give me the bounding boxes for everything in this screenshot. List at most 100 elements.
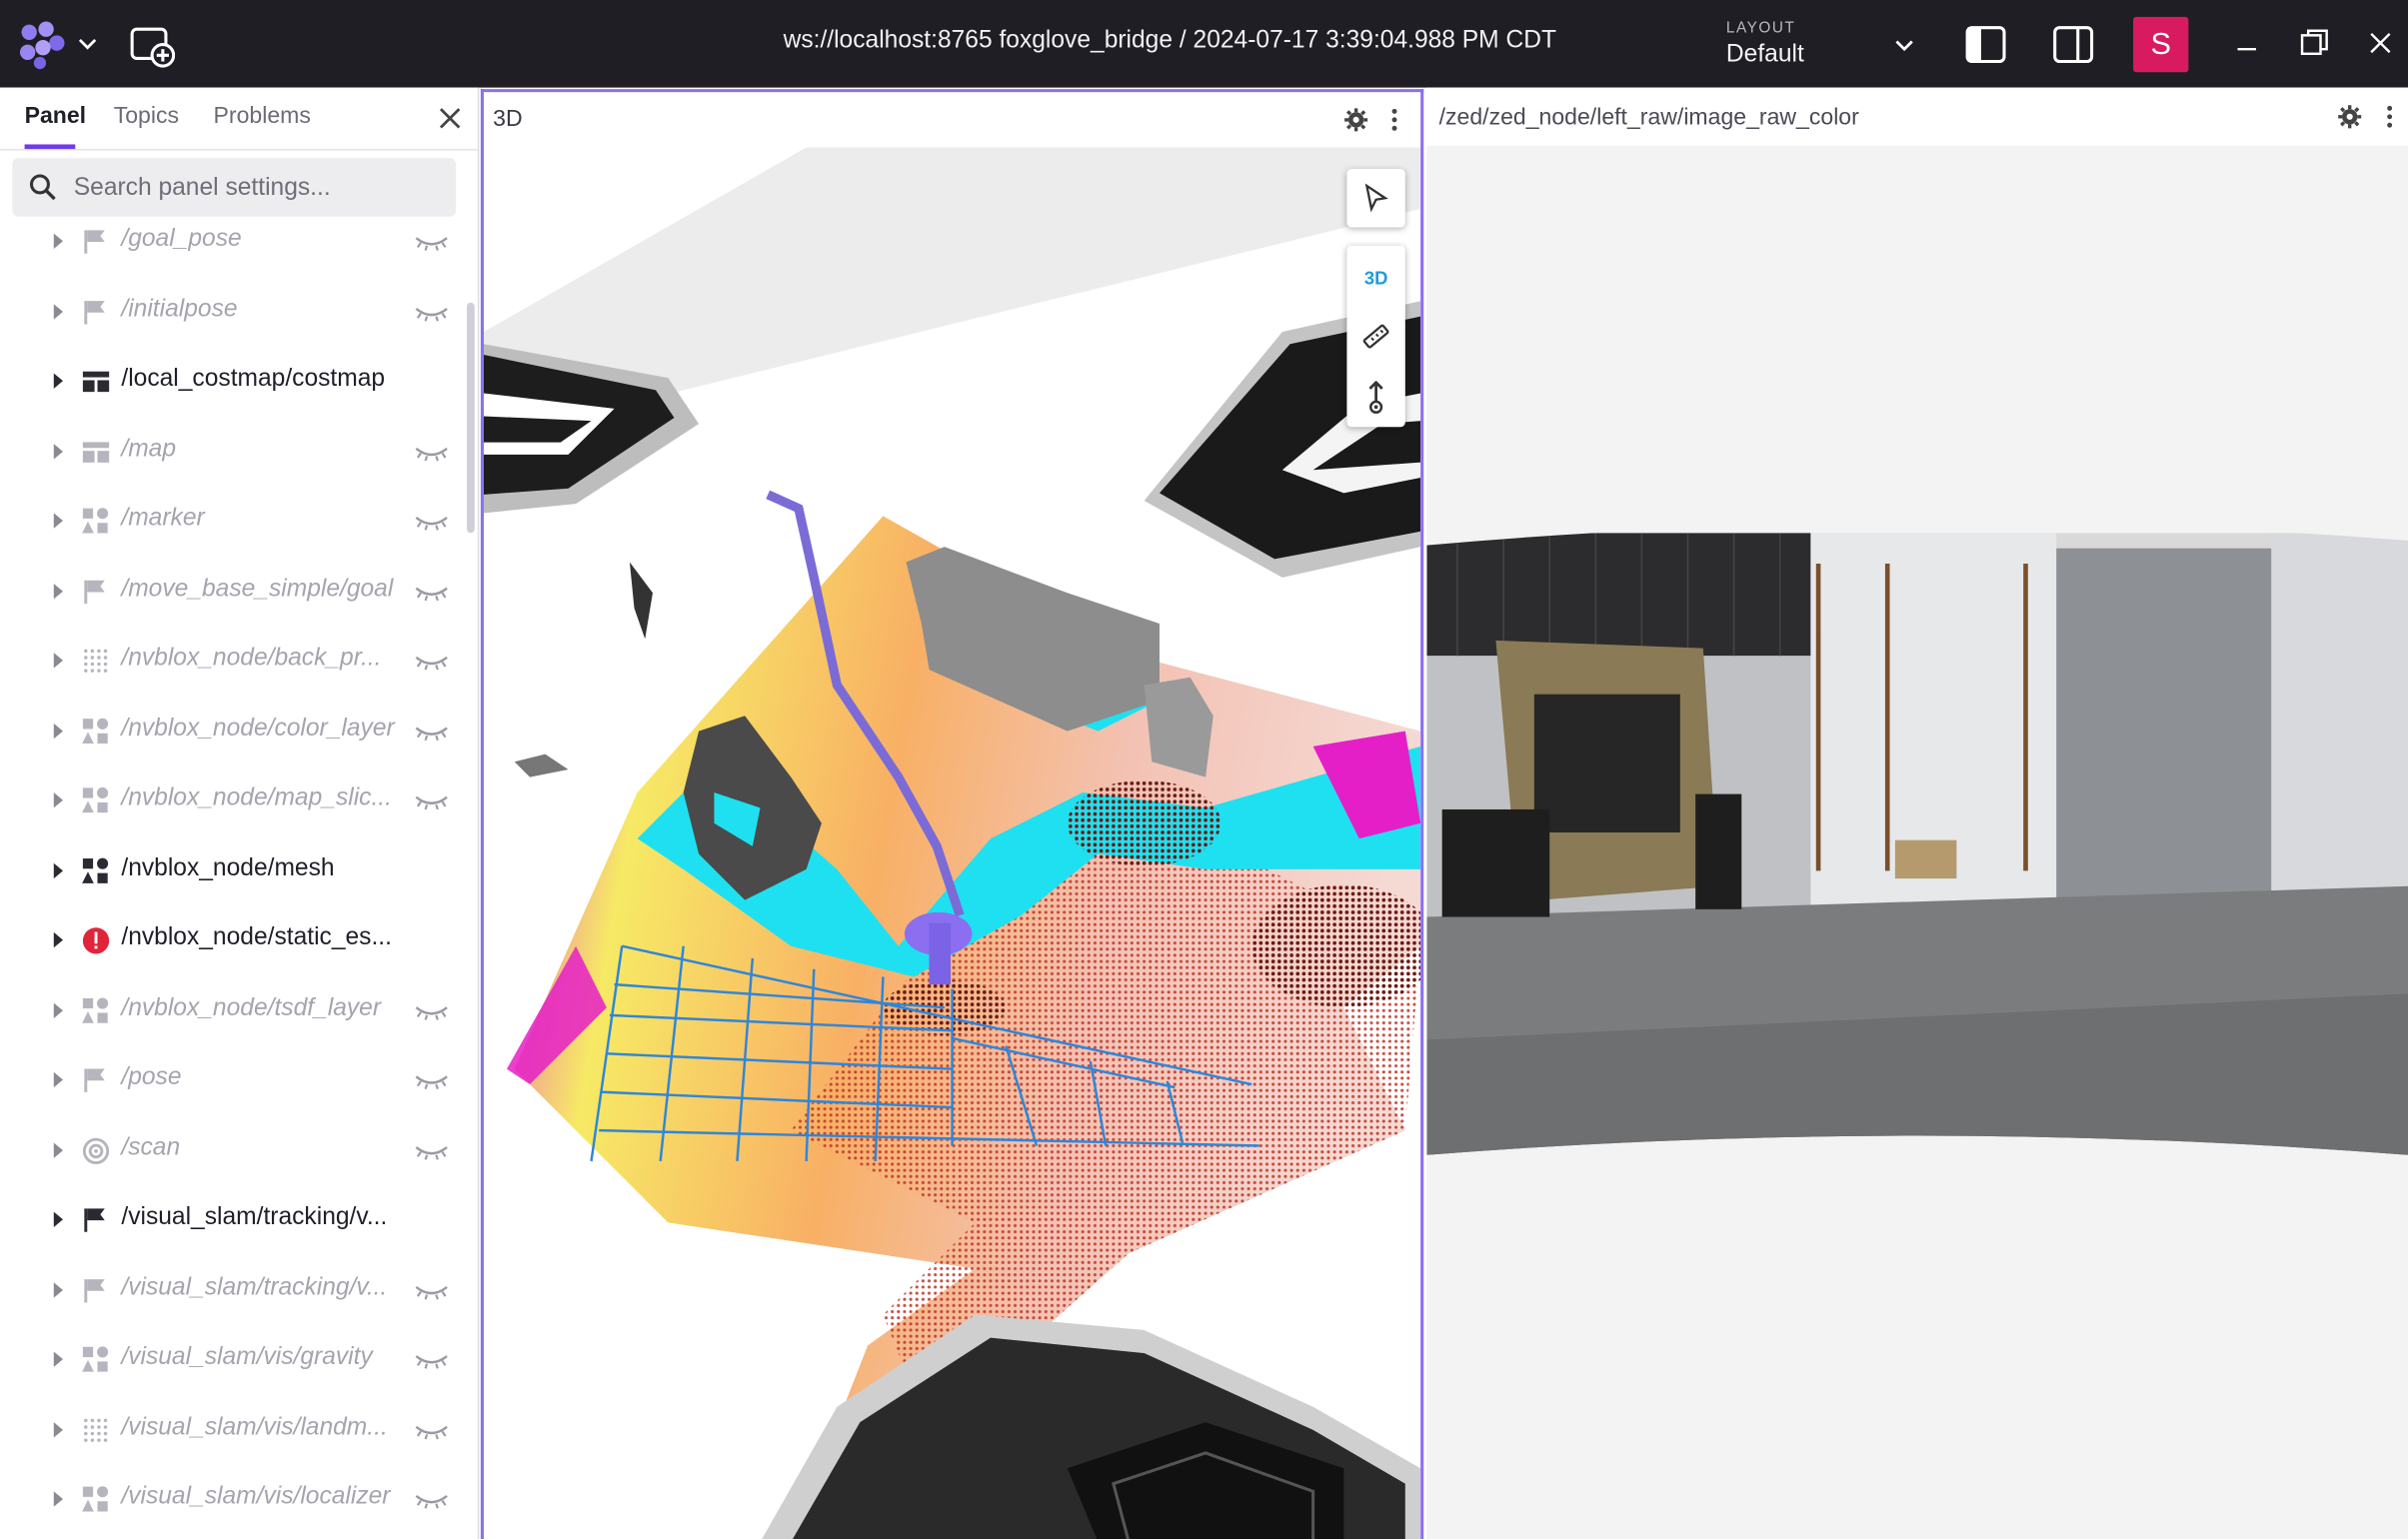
topic-row[interactable]: /nvblox_node/map_slic...: [0, 767, 467, 835]
expand-caret-icon[interactable]: [51, 652, 66, 670]
error-icon: [82, 927, 110, 954]
topic-row[interactable]: /visual_slam/tracking/v...: [0, 1185, 467, 1254]
topic-label: /map: [121, 435, 177, 462]
expand-caret-icon[interactable]: [51, 791, 66, 809]
add-panel-icon[interactable]: [129, 23, 176, 69]
expand-caret-icon[interactable]: [51, 1490, 66, 1508]
topic-row[interactable]: /nvblox_node/static_es...: [0, 906, 467, 975]
topic-row[interactable]: /nvblox_node/color_layer: [0, 697, 467, 766]
panel-title[interactable]: /zed/zed_node/left_raw/image_raw_color: [1439, 105, 1859, 131]
panel-image[interactable]: /zed/zed_node/left_raw/image_raw_color: [1426, 87, 2408, 1539]
layout-selector[interactable]: Default: [1726, 41, 1804, 69]
panel-3d[interactable]: 3D 3D: [480, 89, 1424, 1539]
hidden-eye-icon[interactable]: [415, 653, 449, 671]
chevron-down-icon[interactable]: [1893, 34, 1915, 56]
minimize-icon[interactable]: [2231, 28, 2262, 59]
flag-icon: [84, 580, 105, 604]
topic-label: /visual_slam/vis/landm...: [121, 1413, 388, 1440]
toggle-3d-button[interactable]: 3D: [1346, 249, 1404, 307]
expand-caret-icon[interactable]: [51, 372, 66, 390]
camera-image[interactable]: [1426, 533, 2408, 1162]
foxglove-logo-icon[interactable]: [15, 18, 67, 70]
topic-row[interactable]: /scan: [0, 1116, 467, 1185]
hidden-eye-icon[interactable]: [415, 1002, 449, 1020]
shapes-icon: [82, 1486, 109, 1512]
topic-row[interactable]: /marker: [0, 487, 467, 556]
scrollbar-thumb[interactable]: [467, 302, 475, 534]
tab-panel[interactable]: Panel: [25, 103, 87, 129]
gear-icon[interactable]: [2337, 105, 2362, 130]
scan-icon: [82, 1136, 110, 1164]
expand-caret-icon[interactable]: [51, 1210, 66, 1228]
hidden-eye-icon[interactable]: [415, 1351, 449, 1369]
active-tab-indicator: [24, 144, 76, 150]
flag-icon: [84, 1278, 105, 1302]
hidden-eye-icon[interactable]: [415, 1072, 449, 1090]
tab-topics[interactable]: Topics: [114, 103, 179, 129]
hidden-eye-icon[interactable]: [415, 792, 449, 810]
topic-label: /visual_slam/vis/gravity: [121, 1343, 373, 1370]
topic-label: /visual_slam/tracking/v...: [121, 1273, 388, 1300]
topic-row[interactable]: /move_base_simple/goal: [0, 557, 467, 626]
topic-label: /nvblox_node/mesh: [121, 854, 335, 881]
toggle-right-sidebar-icon[interactable]: [2052, 25, 2095, 65]
close-window-icon[interactable]: [2365, 28, 2396, 59]
maximize-icon[interactable]: [2299, 28, 2330, 59]
topic-row[interactable]: /visual_slam/tracking/v...: [0, 1255, 467, 1324]
expand-caret-icon[interactable]: [51, 582, 66, 600]
expand-caret-icon[interactable]: [51, 1070, 66, 1088]
topic-row[interactable]: /map: [0, 417, 467, 486]
hidden-eye-icon[interactable]: [415, 723, 449, 741]
topic-label: /nvblox_node/static_es...: [121, 924, 392, 951]
topic-row[interactable]: /nvblox_node/back_pr...: [0, 627, 467, 696]
expand-caret-icon[interactable]: [51, 442, 66, 460]
expand-caret-icon[interactable]: [51, 1420, 66, 1438]
more-options-icon[interactable]: [1389, 108, 1398, 133]
topic-row[interactable]: /pose: [0, 1046, 467, 1115]
hidden-eye-icon[interactable]: [415, 583, 449, 601]
chevron-down-icon[interactable]: [77, 32, 99, 54]
hidden-eye-icon[interactable]: [415, 443, 449, 461]
connection-status[interactable]: ws://localhost:8765 foxglove_bridge / 20…: [784, 28, 1556, 56]
topic-row[interactable]: /local_costmap/costmap: [0, 347, 467, 416]
measure-button[interactable]: [1346, 307, 1404, 365]
topic-row[interactable]: /visual_slam/vis/landm...: [0, 1395, 467, 1464]
expand-caret-icon[interactable]: [51, 1350, 66, 1368]
hidden-eye-icon[interactable]: [415, 513, 449, 531]
topic-row[interactable]: /visual_slam/vis/localizer: [0, 1465, 467, 1534]
expand-caret-icon[interactable]: [51, 1140, 66, 1158]
select-tool-button[interactable]: [1346, 169, 1404, 227]
expand-caret-icon[interactable]: [51, 302, 66, 320]
expand-caret-icon[interactable]: [51, 512, 66, 530]
tab-problems[interactable]: Problems: [214, 103, 311, 129]
hidden-eye-icon[interactable]: [415, 1491, 449, 1509]
topic-row[interactable]: /goal_pose: [0, 207, 467, 276]
topic-label: /nvblox_node/map_slic...: [121, 784, 392, 811]
grid-icon: [82, 371, 110, 393]
gear-icon[interactable]: [1343, 108, 1368, 133]
expand-caret-icon[interactable]: [51, 232, 66, 250]
user-avatar[interactable]: S: [2133, 16, 2189, 73]
publish-point-icon: [1368, 381, 1383, 414]
hidden-eye-icon[interactable]: [415, 1282, 449, 1300]
close-sidebar-icon[interactable]: [436, 105, 464, 133]
topic-row[interactable]: /initialpose: [0, 277, 467, 346]
hidden-eye-icon[interactable]: [415, 234, 449, 252]
more-options-icon[interactable]: [2385, 105, 2394, 130]
expand-caret-icon[interactable]: [51, 1000, 66, 1018]
expand-caret-icon[interactable]: [51, 1280, 66, 1298]
expand-caret-icon[interactable]: [51, 860, 66, 878]
publish-pose-button[interactable]: [1346, 369, 1404, 427]
hidden-eye-icon[interactable]: [415, 1421, 449, 1439]
topic-row[interactable]: /nvblox_node/tsdf_layer: [0, 976, 467, 1045]
topic-row[interactable]: /visual_slam/vis/gravity: [0, 1325, 467, 1394]
3d-scene-viewport[interactable]: [483, 147, 1421, 1539]
hidden-eye-icon[interactable]: [415, 1142, 449, 1160]
hidden-eye-icon[interactable]: [415, 304, 449, 322]
topic-row[interactable]: /nvblox_node/mesh: [0, 836, 467, 905]
expand-caret-icon[interactable]: [51, 930, 66, 948]
topic-label: /initialpose: [121, 295, 238, 322]
panel-title: 3D: [493, 106, 523, 133]
expand-caret-icon[interactable]: [51, 722, 66, 740]
toggle-left-sidebar-icon[interactable]: [1964, 25, 2007, 65]
